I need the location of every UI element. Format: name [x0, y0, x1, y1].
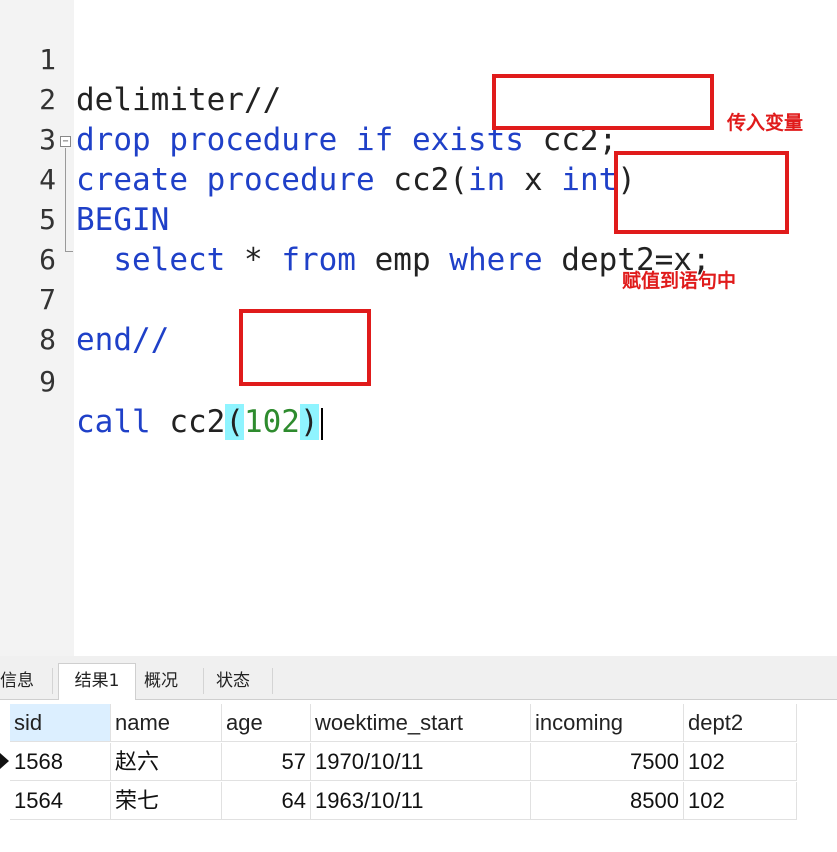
fold-guide — [65, 148, 66, 252]
annotation-assign-to-statement: 赋值到语句中 — [622, 270, 737, 292]
text-caret — [320, 407, 323, 440]
param-highlight-box — [492, 74, 714, 130]
header-row: sid name age woektime_start incoming dep… — [0, 704, 800, 743]
cell-sid[interactable]: 1568 — [10, 743, 111, 781]
cell-age[interactable]: 57 — [222, 743, 311, 781]
fold-guide-end — [65, 251, 73, 252]
procedure-name: cc2 — [374, 162, 450, 198]
code-line-6[interactable]: 6 — [0, 200, 112, 276]
code-line-9[interactable]: 9 call cc2(102) — [0, 322, 323, 440]
number-literal: 102 — [243, 404, 300, 440]
result-tabbar: 信息 结果1 概况 状态 — [0, 656, 837, 700]
condition-highlight-box — [614, 151, 789, 234]
tab-divider — [272, 668, 273, 694]
param-name: x — [505, 162, 562, 198]
cell-woektime-start[interactable]: 1963/10/11 — [311, 782, 531, 820]
tab-result1[interactable]: 结果1 — [58, 663, 136, 700]
column-header-name[interactable]: name — [111, 704, 222, 742]
annotation-pass-variable: 传入变量 — [727, 112, 804, 134]
tab-status[interactable]: 状态 — [208, 664, 258, 698]
line-number: 9 — [39, 365, 56, 398]
column-header-age[interactable]: age — [222, 704, 311, 742]
cell-dept2[interactable]: 102 — [684, 782, 797, 820]
call-arg-highlight-box — [239, 309, 371, 386]
cell-woektime-start[interactable]: 1970/10/11 — [311, 743, 531, 781]
cell-sid[interactable]: 1564 — [10, 782, 111, 820]
keyword: where — [449, 242, 543, 278]
keyword: from — [281, 242, 356, 278]
table-row[interactable]: 1568 赵六 57 1970/10/11 7500 102 — [0, 743, 800, 782]
table-name: emp — [355, 242, 450, 278]
keyword: create procedure — [76, 162, 375, 198]
tab-divider — [52, 668, 53, 694]
cell-incoming[interactable]: 7500 — [531, 743, 684, 781]
sql-editor[interactable]: 1 delimiter// 2 drop procedure if exists… — [0, 0, 837, 656]
code-line-3[interactable]: 3 create procedure cc2(in x int) — [0, 80, 636, 198]
column-header-dept2[interactable]: dept2 — [684, 704, 797, 742]
code-line-2[interactable]: 2 drop procedure if exists cc2; — [0, 40, 617, 158]
code-line-1[interactable]: 1 delimiter// — [0, 0, 281, 118]
paren: ( — [225, 404, 244, 440]
current-row-marker-icon — [0, 753, 9, 769]
keyword: call — [76, 404, 151, 440]
paren: ) — [299, 404, 319, 440]
cell-age[interactable]: 64 — [222, 782, 311, 820]
cell-name[interactable]: 赵六 — [111, 743, 222, 781]
tab-info[interactable]: 信息 — [0, 664, 38, 698]
table-row[interactable]: 1564 荣七 64 1963/10/11 8500 102 — [0, 782, 800, 821]
fold-toggle-icon[interactable]: − — [60, 136, 71, 147]
result-panel: 信息 结果1 概况 状态 sid name age woektime_start… — [0, 656, 837, 852]
code-line-7[interactable]: 7 end// — [0, 240, 169, 358]
procedure-name: cc2 — [150, 404, 226, 440]
code-text: * — [225, 242, 282, 278]
code-line-4[interactable]: 4 BEGIN — [0, 120, 169, 238]
keyword: in — [467, 162, 506, 198]
cell-dept2[interactable]: 102 — [684, 743, 797, 781]
column-header-incoming[interactable]: incoming — [531, 704, 684, 742]
keyword: select — [113, 242, 226, 278]
tab-overview[interactable]: 概况 — [136, 664, 186, 698]
cell-name[interactable]: 荣七 — [111, 782, 222, 820]
cell-incoming[interactable]: 8500 — [531, 782, 684, 820]
column-header-woektime-start[interactable]: woektime_start — [311, 704, 531, 742]
keyword: drop procedure if exists — [76, 122, 524, 158]
column-header-sid[interactable]: sid — [10, 704, 111, 742]
keyword: int — [561, 162, 618, 198]
tab-divider — [203, 668, 204, 694]
paren: ( — [449, 162, 468, 198]
code-line-5[interactable]: 5 select * from emp where dept2=x; — [0, 160, 710, 278]
code-line-8[interactable]: 8 — [0, 280, 112, 356]
